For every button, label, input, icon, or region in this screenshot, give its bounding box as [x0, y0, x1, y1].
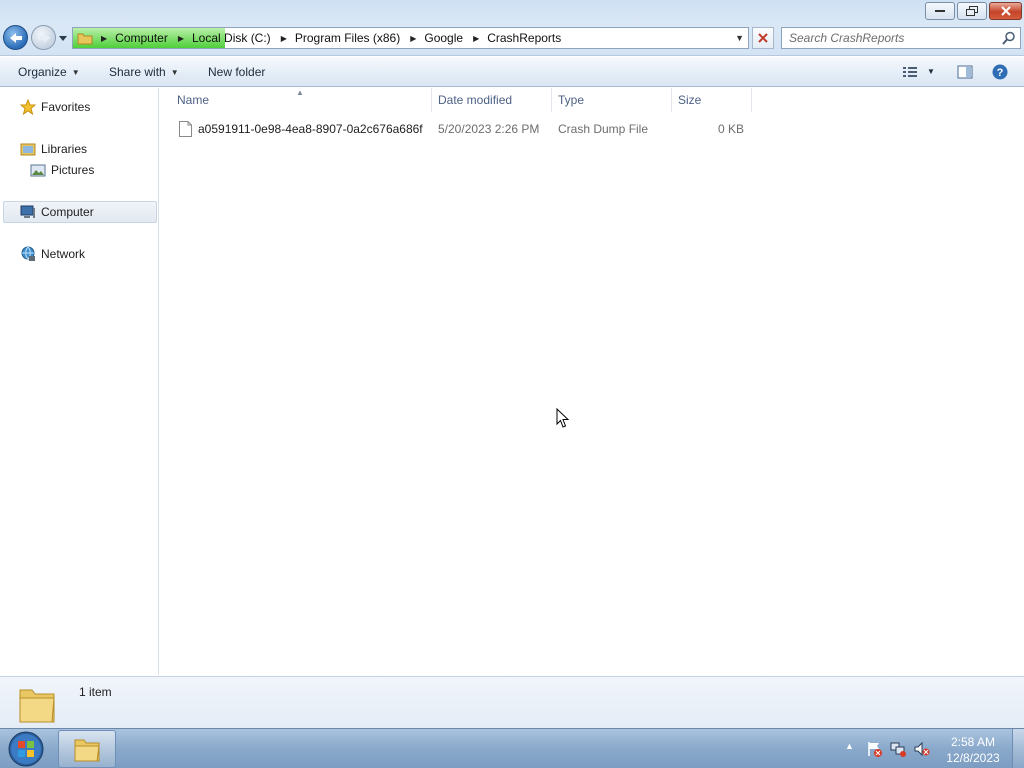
chevron-down-icon: ▼ — [170, 67, 179, 77]
chevron-down-icon: ▼ — [71, 67, 80, 77]
network-status-icon[interactable] — [890, 741, 906, 757]
minimize-icon — [935, 10, 945, 12]
nav-pictures[interactable]: Pictures — [30, 159, 94, 181]
column-name-label: Name — [177, 93, 210, 107]
show-desktop-button[interactable] — [1012, 729, 1024, 768]
forward-arrow-icon — [37, 32, 50, 43]
folder-icon — [74, 739, 100, 762]
column-date-label: Date modified — [438, 93, 513, 107]
nav-pictures-label: Pictures — [51, 163, 95, 177]
nav-network[interactable]: Network — [20, 243, 85, 265]
computer-icon — [20, 205, 35, 218]
breadcrumb-separator[interactable]: ▶ — [281, 34, 287, 43]
breadcrumb-separator[interactable]: ▶ — [178, 34, 184, 43]
breadcrumb-crashreports[interactable]: CrashReports — [487, 31, 561, 45]
share-with-menu[interactable]: Share with ▼ — [109, 65, 179, 79]
file-row[interactable]: a0591911-0e98-4ea8-8907-0a2c676a686f 5/2… — [171, 118, 751, 140]
taskbar-explorer-button[interactable] — [58, 730, 116, 768]
share-with-label: Share with — [109, 65, 166, 79]
search-input[interactable] — [782, 28, 992, 48]
file-icon — [179, 121, 192, 137]
breadcrumb-separator[interactable]: ▶ — [473, 34, 479, 43]
organize-label: Organize — [18, 65, 67, 79]
mouse-cursor-icon — [556, 408, 570, 428]
start-button[interactable] — [4, 730, 48, 768]
nav-libraries-label: Libraries — [41, 142, 88, 156]
minimize-button[interactable] — [925, 2, 955, 20]
folder-icon — [77, 33, 93, 45]
close-button[interactable] — [989, 2, 1022, 20]
breadcrumb-local-disk[interactable]: Local Disk (C:) — [192, 31, 271, 45]
folder-icon — [19, 689, 55, 723]
new-folder-button[interactable]: New folder — [208, 65, 265, 79]
view-dropdown-icon[interactable]: ▼ — [927, 67, 935, 76]
view-options-icon[interactable] — [902, 64, 918, 80]
breadcrumb-google[interactable]: Google — [424, 31, 463, 45]
navigation-pane: Favorites Libraries Pictures Computer Ne… — [0, 88, 159, 675]
search-icon[interactable] — [1002, 31, 1016, 45]
preview-pane-icon[interactable] — [957, 64, 973, 80]
back-arrow-icon — [9, 32, 22, 43]
star-icon — [20, 99, 36, 115]
system-clock[interactable]: 2:58 AM 12/8/2023 — [938, 734, 1008, 766]
pictures-icon — [30, 164, 46, 177]
new-folder-label: New folder — [208, 65, 266, 79]
clock-date: 12/8/2023 — [946, 751, 1000, 765]
nav-favorites-label: Favorites — [41, 100, 91, 114]
column-header-size[interactable]: Size — [672, 88, 752, 112]
title-bar: ▶ Computer ▶ Local Disk (C:) ▶ Program F… — [0, 0, 1024, 56]
recent-pages-dropdown-icon[interactable] — [58, 33, 68, 43]
column-size-label: Size — [678, 93, 702, 107]
taskbar: ▲ 2:58 AM 12/8/2023 — [0, 728, 1024, 768]
help-icon[interactable]: ? — [992, 64, 1008, 80]
nav-computer[interactable]: Computer — [3, 201, 157, 223]
address-bar[interactable]: ▶ Computer ▶ Local Disk (C:) ▶ Program F… — [72, 27, 749, 49]
address-history-dropdown-icon[interactable]: ▼ — [735, 33, 744, 43]
breadcrumb-separator[interactable]: ▶ — [101, 34, 107, 43]
file-size: 0 KB — [717, 122, 744, 136]
libraries-icon — [20, 143, 36, 156]
column-header-date-modified[interactable]: Date modified — [432, 88, 552, 112]
forward-button[interactable] — [31, 25, 56, 50]
sort-ascending-icon: ▲ — [296, 88, 304, 97]
item-count: 1 item — [79, 685, 112, 699]
svg-text:?: ? — [997, 67, 1004, 79]
action-center-icon[interactable] — [866, 741, 882, 757]
column-type-label: Type — [558, 93, 585, 107]
network-icon — [21, 246, 35, 261]
breadcrumb-program-files[interactable]: Program Files (x86) — [295, 31, 400, 45]
nav-network-label: Network — [41, 247, 86, 261]
details-pane: 1 item — [0, 676, 1024, 728]
volume-muted-icon[interactable] — [914, 741, 930, 757]
clock-time: 2:58 AM — [950, 735, 996, 749]
restore-button[interactable] — [957, 2, 987, 20]
windows-logo-icon — [18, 741, 25, 748]
restore-icon — [966, 6, 978, 16]
show-hidden-icons-icon[interactable]: ▲ — [845, 741, 861, 757]
file-list: Name ▲ Date modified Type Size a0591911-… — [160, 88, 1024, 675]
file-name: a0591911-0e98-4ea8-8907-0a2c676a686f — [198, 122, 423, 136]
command-bar: Organize ▼ Share with ▼ New folder ▼ ? — [0, 57, 1024, 87]
organize-menu[interactable]: Organize ▼ — [18, 65, 80, 79]
stop-button[interactable] — [752, 27, 774, 49]
file-type: Crash Dump File — [558, 122, 649, 136]
breadcrumb-separator[interactable]: ▶ — [410, 34, 416, 43]
back-button[interactable] — [3, 25, 28, 50]
nav-favorites[interactable]: Favorites — [20, 96, 90, 118]
nav-libraries[interactable]: Libraries — [20, 138, 87, 160]
stop-x-icon — [758, 33, 768, 43]
close-icon — [1000, 6, 1011, 16]
search-box[interactable] — [781, 27, 1021, 49]
column-header-type[interactable]: Type — [552, 88, 672, 112]
breadcrumb-computer[interactable]: Computer — [115, 31, 168, 45]
file-date-modified: 5/20/2023 2:26 PM — [438, 122, 540, 136]
nav-computer-label: Computer — [41, 205, 94, 219]
